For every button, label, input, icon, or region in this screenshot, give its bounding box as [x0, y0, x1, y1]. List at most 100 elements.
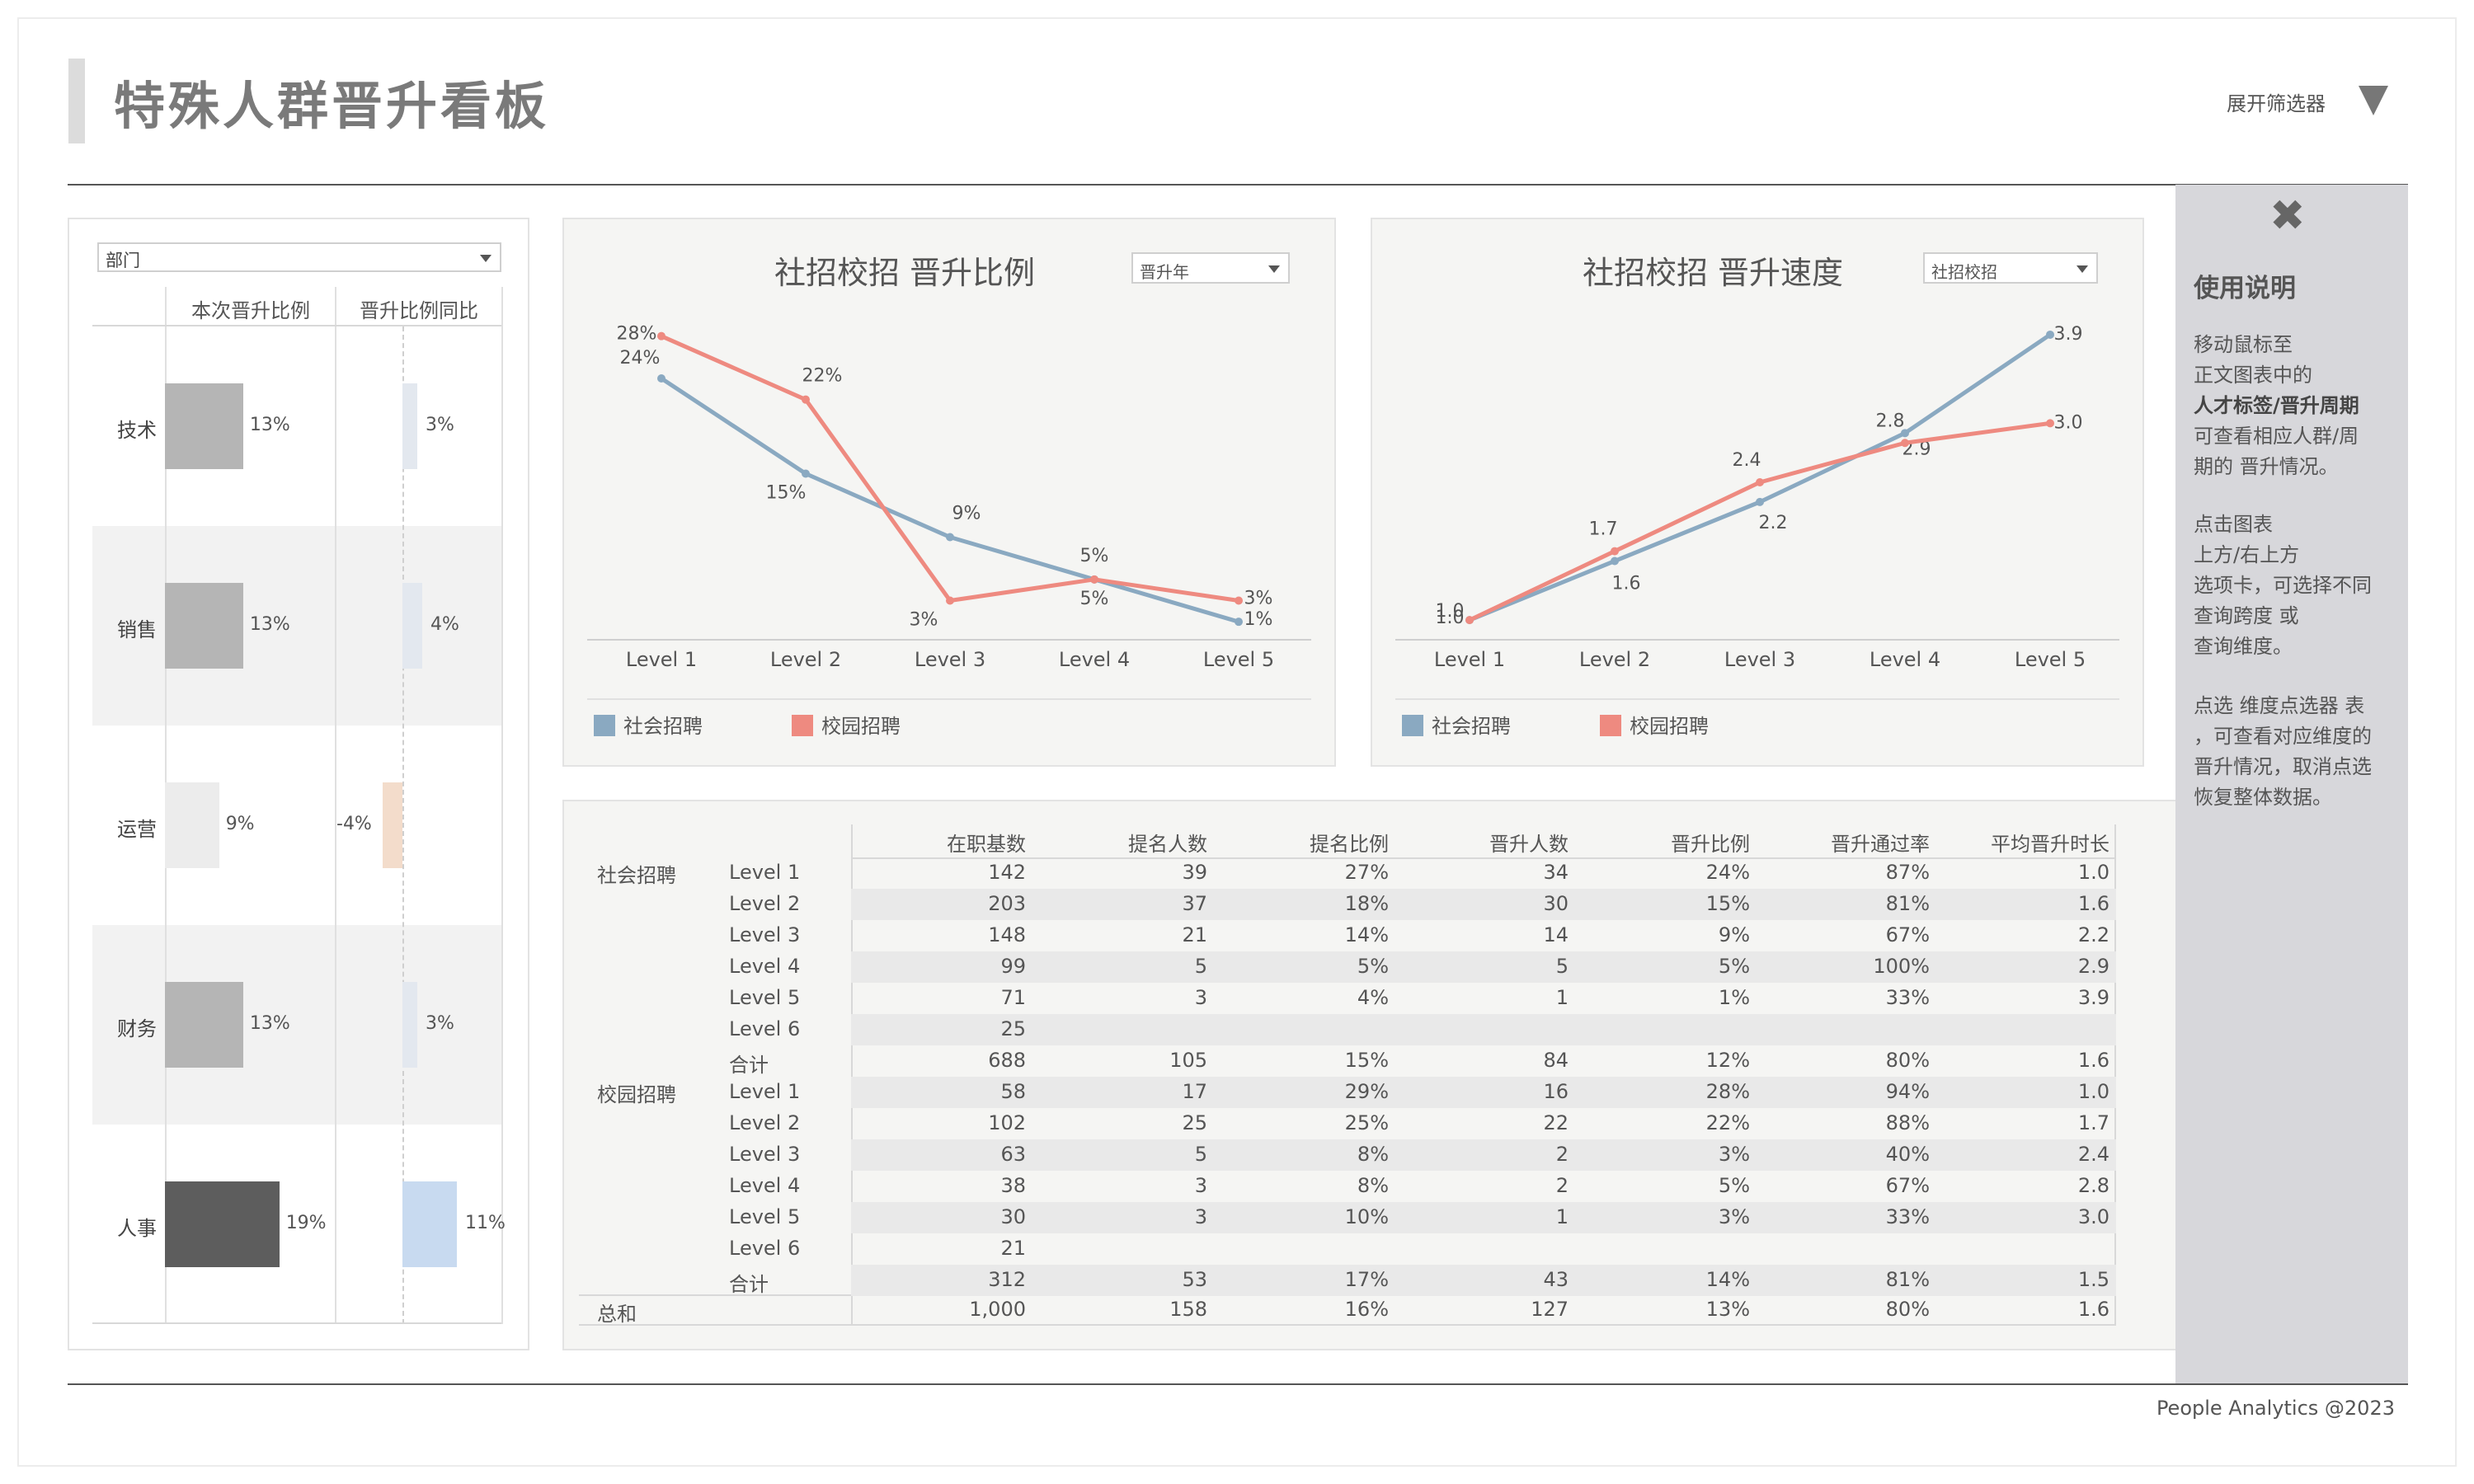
legend-label: 社会招聘: [623, 715, 703, 738]
table-column-header[interactable]: 晋升通过率: [1765, 828, 1930, 857]
ratio-bar[interactable]: [165, 583, 243, 669]
speed-line-chart[interactable]: Level 1 Level 2 Level 3 Level 4 Level 5 1.0 1.…: [1371, 218, 2144, 767]
table-level-label[interactable]: Level 6: [729, 1017, 800, 1040]
page-title: 特殊人群晋升看板: [114, 76, 550, 136]
data-point[interactable]: [946, 533, 954, 542]
zero-line: [402, 326, 404, 1324]
table-cell: 71: [1000, 986, 1026, 1009]
ratio-bar[interactable]: [165, 982, 243, 1068]
yoy-bar[interactable]: [383, 782, 402, 868]
table-level-label[interactable]: Level 5: [729, 986, 800, 1009]
yoy-bar[interactable]: [402, 383, 417, 469]
expand-filter-button[interactable]: 展开筛选器: [2227, 87, 2326, 116]
data-point[interactable]: [802, 395, 810, 404]
table-level-label[interactable]: Level 6: [729, 1237, 800, 1260]
dept-label[interactable]: 人事: [91, 1212, 157, 1241]
table-level-label[interactable]: Level 2: [729, 892, 800, 915]
table-cell: 3%: [1718, 1143, 1750, 1166]
data-label: 24%: [620, 348, 661, 369]
table-level-label[interactable]: Level 2: [729, 1111, 800, 1134]
table-cell: 1.0: [2077, 1080, 2109, 1103]
legend-label: 社会招聘: [1432, 715, 1511, 738]
table-column-header[interactable]: 晋升比例: [1585, 828, 1750, 857]
table-level-label[interactable]: Level 3: [729, 1143, 800, 1166]
table-total-cell: 13%: [1705, 1298, 1750, 1321]
data-point[interactable]: [1090, 575, 1098, 584]
table-level-label[interactable]: Level 4: [729, 1174, 800, 1197]
table-column-header[interactable]: 在职基数: [861, 828, 1026, 857]
table-column-header[interactable]: 提名比例: [1224, 828, 1389, 857]
table-cell: 4%: [1357, 986, 1389, 1009]
table-level-label[interactable]: 合计: [729, 1268, 769, 1297]
table-column-header[interactable]: 提名人数: [1042, 828, 1207, 857]
dept-label[interactable]: 运营: [91, 813, 157, 842]
x-tick-label: Level 2: [1579, 648, 1650, 671]
table-level-label[interactable]: Level 5: [729, 1205, 800, 1228]
table-cell: 5: [1194, 1143, 1207, 1166]
data-point[interactable]: [946, 596, 954, 605]
table-cell: 18%: [1344, 892, 1389, 915]
data-label: 3%: [910, 610, 938, 631]
table-column-header[interactable]: 平均晋升时长: [1945, 828, 2109, 857]
data-point[interactable]: [2046, 330, 2054, 339]
table-cell: 12%: [1705, 1049, 1750, 1072]
series-line[interactable]: [660, 334, 1239, 603]
table-cell: 15%: [1344, 1049, 1389, 1072]
table-column-header[interactable]: 晋升人数: [1404, 828, 1569, 857]
close-icon[interactable]: ✖: [2269, 191, 2306, 241]
data-label: 28%: [617, 324, 657, 345]
data-point[interactable]: [1901, 439, 1909, 448]
table-divider: [851, 857, 2116, 859]
data-point[interactable]: [802, 469, 810, 478]
help-paragraph-2: 点击图表 上方/右上方 选项卡，可选择不同 查询跨度 或 查询维度。: [2194, 510, 2400, 662]
data-point[interactable]: [1465, 616, 1474, 625]
help-text: 点击图表: [2194, 513, 2273, 536]
ratio-bar[interactable]: [165, 383, 243, 469]
department-select[interactable]: 部门: [97, 242, 501, 272]
x-tick-label: Level 3: [1724, 648, 1795, 671]
table-cell: 102: [988, 1111, 1026, 1134]
dept-label[interactable]: 财务: [91, 1012, 157, 1041]
x-tick-label: Level 5: [1203, 648, 1274, 671]
data-point[interactable]: [657, 374, 666, 383]
table-row: [851, 1014, 2116, 1045]
dept-label[interactable]: 销售: [91, 613, 157, 642]
grid-line: [92, 325, 501, 326]
dept-label[interactable]: 技术: [91, 414, 157, 443]
triangle-down-icon[interactable]: [2359, 86, 2388, 115]
data-point[interactable]: [1756, 497, 1764, 506]
legend-label: 校园招聘: [1630, 715, 1709, 738]
table-level-label[interactable]: 合计: [729, 1049, 769, 1078]
table-cell: 39: [1182, 861, 1207, 884]
data-point[interactable]: [1756, 478, 1764, 486]
table-cell: 100%: [1873, 955, 1930, 978]
ratio-line-chart[interactable]: Level 1 Level 2 Level 3 Level 4 Level 5 24% 15…: [562, 218, 1336, 767]
table-cell: 81%: [1885, 892, 1930, 915]
table-cell: 94%: [1885, 1080, 1930, 1103]
data-point[interactable]: [1235, 618, 1243, 627]
data-point[interactable]: [2046, 419, 2054, 428]
yoy-bar-label: 4%: [430, 614, 459, 635]
table-cell: 25%: [1344, 1111, 1389, 1134]
table-level-label[interactable]: Level 1: [729, 861, 800, 884]
table-level-label[interactable]: Level 4: [729, 955, 800, 978]
data-point[interactable]: [1611, 547, 1619, 556]
data-point[interactable]: [1235, 596, 1243, 605]
table-cell: 67%: [1885, 923, 1930, 946]
yoy-bar[interactable]: [402, 583, 422, 669]
x-tick-label: Level 1: [626, 648, 697, 671]
ratio-bar[interactable]: [165, 1181, 280, 1267]
data-point[interactable]: [657, 331, 666, 340]
table-cell: 312: [988, 1268, 1026, 1291]
table-group-label[interactable]: 社会招聘: [597, 859, 676, 888]
table-level-label[interactable]: Level 1: [729, 1080, 800, 1103]
table-group-label[interactable]: 校园招聘: [597, 1078, 676, 1107]
series-line[interactable]: [660, 376, 1239, 624]
table-level-label[interactable]: Level 3: [729, 923, 800, 946]
data-point[interactable]: [1611, 556, 1619, 566]
yoy-bar[interactable]: [402, 1181, 457, 1267]
data-label: 1%: [1244, 609, 1273, 630]
data-label: 9%: [952, 504, 981, 524]
ratio-bar[interactable]: [165, 782, 219, 868]
yoy-bar[interactable]: [402, 982, 417, 1068]
